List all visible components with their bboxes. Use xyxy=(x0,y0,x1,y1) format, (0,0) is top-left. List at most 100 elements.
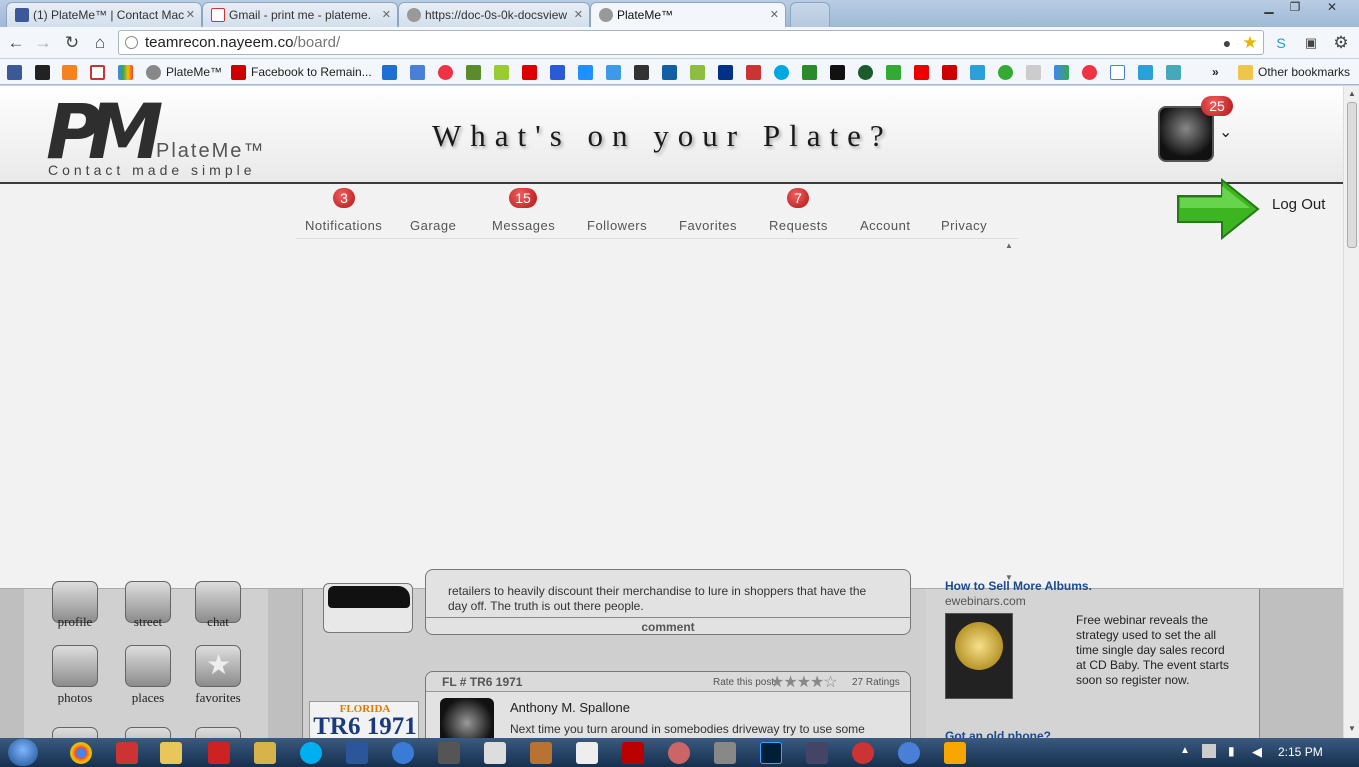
tab-facebook[interactable]: (1) PlateMe™ | Contact Mac ✕ xyxy=(6,2,202,27)
pdf-bookmark[interactable] xyxy=(35,63,50,81)
start-button[interactable] xyxy=(8,739,38,766)
bookmark-16[interactable] xyxy=(802,63,817,81)
home-icon[interactable]: ⌂ xyxy=(89,32,111,54)
scroll-down-icon[interactable]: ▼ xyxy=(1348,724,1356,733)
close-icon[interactable]: ✕ xyxy=(574,8,583,21)
bookmark-29[interactable] xyxy=(1166,63,1181,81)
bookmark-19[interactable] xyxy=(886,63,901,81)
wrench-icon[interactable]: ⚙ xyxy=(1330,32,1352,54)
facebook-remain-bookmark[interactable]: Facebook to Remain... xyxy=(231,63,372,81)
network-icon[interactable]: ▮ xyxy=(1228,744,1235,758)
app-icon[interactable] xyxy=(806,742,828,764)
skype-icon[interactable] xyxy=(300,742,322,764)
app-icon[interactable] xyxy=(668,742,690,764)
panel-scrollbar[interactable]: ▲ ▼ xyxy=(1000,239,1016,589)
bookmark-9[interactable] xyxy=(606,63,621,81)
bookmark-20[interactable] xyxy=(914,63,929,81)
bookmark-24[interactable] xyxy=(1026,63,1041,81)
bookmark-15[interactable] xyxy=(774,63,789,81)
app-icon[interactable] xyxy=(254,742,276,764)
bookmark-1[interactable] xyxy=(382,63,397,81)
scrollbar-thumb[interactable] xyxy=(1347,102,1357,248)
ad-title[interactable]: Got an old phone? xyxy=(945,729,1051,738)
app-icon[interactable] xyxy=(714,742,736,764)
app-icon[interactable] xyxy=(438,742,460,764)
bookmark-14[interactable] xyxy=(746,63,761,81)
photos-app-icon[interactable] xyxy=(52,645,98,687)
clock[interactable]: 2:15 PM xyxy=(1278,745,1323,759)
rating-stars[interactable]: ★★★★☆ xyxy=(770,672,838,692)
tray-icon[interactable] xyxy=(1202,744,1216,758)
nav-requests[interactable]: Requests xyxy=(769,218,828,233)
itunes-icon[interactable] xyxy=(898,742,920,764)
google-bookmark[interactable] xyxy=(118,63,133,81)
more-bookmarks-icon[interactable]: » xyxy=(1212,63,1219,81)
bookmark-8[interactable] xyxy=(578,63,593,81)
illustrator-icon[interactable] xyxy=(944,742,966,764)
chevron-down-icon[interactable]: ⌄ xyxy=(1219,122,1232,142)
window-close-icon[interactable]: ✕ xyxy=(1312,0,1352,18)
extension-icon[interactable]: ▣ xyxy=(1300,32,1322,54)
volume-icon[interactable]: ◀ xyxy=(1252,744,1262,760)
filezilla-icon[interactable] xyxy=(622,742,644,764)
bookmark-17[interactable] xyxy=(830,63,845,81)
bookmark-11[interactable] xyxy=(662,63,677,81)
tab-gmail[interactable]: Gmail - print me - plateme. ✕ xyxy=(202,2,398,27)
app-icon[interactable] xyxy=(116,742,138,764)
app-icon[interactable] xyxy=(195,727,241,738)
bookmark-23[interactable] xyxy=(998,63,1013,81)
page-scrollbar[interactable]: ▲ ▼ xyxy=(1343,86,1359,738)
bookmark-2[interactable] xyxy=(410,63,425,81)
tray-expand-icon[interactable]: ▲ xyxy=(1180,745,1190,756)
folder-icon[interactable] xyxy=(160,742,182,764)
bookmark-13[interactable] xyxy=(718,63,733,81)
scroll-up-icon[interactable]: ▲ xyxy=(1005,241,1013,250)
nav-notifications[interactable]: Notifications xyxy=(305,218,382,233)
star-icon[interactable]: ★ xyxy=(1239,32,1261,54)
nav-messages[interactable]: Messages xyxy=(492,218,555,233)
app-icon[interactable] xyxy=(208,742,230,764)
ad-domain[interactable]: ewebinars.com xyxy=(945,594,1026,608)
bulb-icon[interactable]: ● xyxy=(1216,32,1238,54)
bookmark-3[interactable] xyxy=(438,63,453,81)
gmail-bookmark[interactable] xyxy=(90,63,105,81)
comment-button[interactable]: comment xyxy=(426,617,910,634)
forward-icon[interactable]: → xyxy=(32,32,54,54)
ad-title[interactable]: How to Sell More Albums. xyxy=(945,579,1092,593)
photoshop-icon[interactable] xyxy=(760,742,782,764)
bookmark-5[interactable] xyxy=(494,63,509,81)
facebook-bookmark[interactable] xyxy=(7,63,22,81)
app-icon[interactable] xyxy=(52,727,98,738)
minimize-icon[interactable]: ▁ xyxy=(1256,0,1282,18)
logo-mark[interactable]: PM xyxy=(46,92,163,172)
bookmark-12[interactable] xyxy=(690,63,705,81)
app-icon[interactable] xyxy=(484,742,506,764)
bookmark-22[interactable] xyxy=(970,63,985,81)
nav-garage[interactable]: Garage xyxy=(410,218,456,233)
logout-link[interactable]: Log Out xyxy=(1272,196,1325,213)
car-thumbnail[interactable] xyxy=(323,583,413,633)
tab-docs[interactable]: https://doc-0s-0k-docsview ✕ xyxy=(398,2,590,27)
logout-arrow-icon[interactable] xyxy=(1176,177,1262,249)
back-icon[interactable]: ← xyxy=(5,32,27,54)
scroll-up-icon[interactable]: ▲ xyxy=(1348,89,1356,98)
bookmark-21[interactable] xyxy=(942,63,957,81)
calculator-icon[interactable] xyxy=(576,742,598,764)
close-icon[interactable]: ✕ xyxy=(382,8,391,21)
app-icon[interactable] xyxy=(530,742,552,764)
bookmark-6[interactable] xyxy=(522,63,537,81)
bookmark-28[interactable] xyxy=(1138,63,1153,81)
close-icon[interactable]: ✕ xyxy=(770,8,779,21)
post-author[interactable]: Anthony M. Spallone xyxy=(510,700,630,715)
close-icon[interactable]: ✕ xyxy=(186,8,195,21)
other-bookmarks[interactable]: Other bookmarks xyxy=(1238,63,1350,81)
bookmark-7[interactable] xyxy=(550,63,565,81)
bookmark-26[interactable] xyxy=(1082,63,1097,81)
author-avatar[interactable] xyxy=(440,698,494,738)
bookmark-18[interactable] xyxy=(858,63,873,81)
nav-favorites[interactable]: Favorites xyxy=(679,218,737,233)
bookmark-10[interactable] xyxy=(634,63,649,81)
nav-account[interactable]: Account xyxy=(860,218,910,233)
cpanel-bookmark[interactable] xyxy=(62,63,77,81)
word-icon[interactable] xyxy=(346,742,368,764)
